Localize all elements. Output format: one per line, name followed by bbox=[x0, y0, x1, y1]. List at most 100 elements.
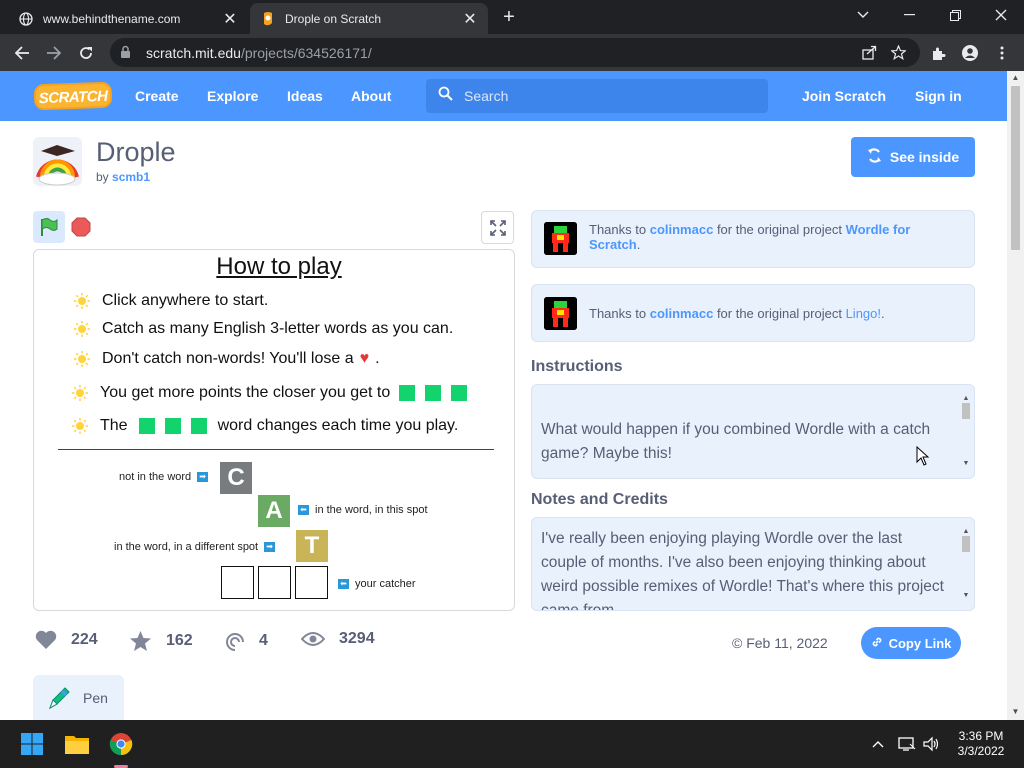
extensions-icon[interactable] bbox=[924, 39, 952, 67]
browser-menu-icon[interactable] bbox=[988, 39, 1016, 67]
scroll-up-arrow-icon[interactable]: ▲ bbox=[1011, 73, 1020, 82]
rule-5-text-b: word changes each time you play. bbox=[217, 417, 459, 434]
tab-title: Drople on Scratch bbox=[285, 11, 382, 26]
restore-button[interactable] bbox=[932, 0, 978, 30]
credit-project-link[interactable]: Lingo! bbox=[846, 306, 881, 321]
by-label: by bbox=[96, 170, 109, 184]
remix-icon bbox=[226, 633, 244, 651]
tab-behindthename[interactable]: www.behindthename.com ✕ bbox=[8, 3, 248, 34]
share-icon[interactable] bbox=[855, 38, 883, 67]
close-tab-icon[interactable]: ✕ bbox=[462, 9, 478, 29]
back-arrow-icon[interactable] bbox=[8, 39, 36, 67]
scroll-down-arrow-icon: ▼ bbox=[962, 592, 970, 599]
project-stage[interactable]: How to play Click anywhere to start. Cat… bbox=[33, 249, 515, 611]
new-tab-button[interactable]: + bbox=[498, 6, 520, 28]
scratch-favicon-icon bbox=[260, 11, 276, 27]
sign-in-link[interactable]: Sign in bbox=[915, 71, 962, 121]
user-avatar[interactable] bbox=[544, 296, 577, 330]
sun-icon bbox=[72, 418, 88, 434]
rule-4: You get more points the closer you get t… bbox=[72, 384, 472, 402]
nav-ideas[interactable]: Ideas bbox=[287, 71, 323, 121]
address-bar[interactable]: scratch.mit.edu/projects/634526171/ bbox=[110, 38, 920, 67]
rule-3-text: Don't catch non-words! You'll lose a bbox=[102, 350, 354, 367]
bookmark-star-icon[interactable] bbox=[884, 38, 912, 67]
tab-search-icon[interactable] bbox=[840, 0, 886, 30]
credit-card-2: Thanks to colinmacc for the original pro… bbox=[531, 284, 975, 342]
network-icon[interactable] bbox=[898, 720, 916, 768]
eye-icon bbox=[301, 632, 325, 646]
scroll-down-arrow-icon[interactable]: ▼ bbox=[1011, 707, 1020, 716]
pen-extension-chip[interactable]: Pen bbox=[33, 675, 124, 720]
user-avatar[interactable] bbox=[544, 222, 577, 255]
page-scrollbar[interactable]: ▲ ▼ bbox=[1007, 71, 1024, 720]
instructions-text[interactable]: What would happen if you combined Wordle… bbox=[531, 384, 975, 479]
project-thumbnail bbox=[33, 137, 82, 186]
nav-about[interactable]: About bbox=[351, 71, 391, 121]
rule-2-text: Catch as many English 3-letter words as … bbox=[102, 320, 454, 337]
instructions-scrollbar[interactable]: ▲ ▼ bbox=[960, 387, 972, 476]
close-tab-icon[interactable]: ✕ bbox=[222, 9, 238, 29]
green-squares bbox=[394, 384, 472, 402]
profile-icon[interactable] bbox=[956, 39, 984, 67]
see-inside-button[interactable]: See inside bbox=[851, 137, 975, 177]
forward-arrow-icon[interactable] bbox=[40, 39, 68, 67]
see-inside-label: See inside bbox=[889, 149, 960, 165]
see-inside-icon bbox=[867, 148, 882, 166]
sun-icon bbox=[74, 351, 90, 367]
remixes-stat[interactable]: 4 bbox=[225, 630, 268, 652]
reload-icon[interactable] bbox=[72, 39, 100, 67]
heart-icon: ♥ bbox=[359, 350, 370, 367]
sun-icon bbox=[74, 321, 90, 337]
stop-button[interactable] bbox=[70, 216, 92, 238]
tab-drople[interactable]: Drople on Scratch ✕ bbox=[250, 3, 488, 34]
link-icon bbox=[871, 636, 883, 651]
instructions-heading: Instructions bbox=[531, 358, 623, 375]
favorites-stat[interactable]: 162 bbox=[129, 630, 193, 652]
nav-create[interactable]: Create bbox=[135, 71, 179, 121]
shared-date: © Feb 11, 2022 bbox=[732, 635, 828, 651]
search-input[interactable] bbox=[464, 88, 744, 104]
taskbar-clock[interactable]: 3:36 PM 3/3/2022 bbox=[948, 729, 1014, 759]
legend-diff-spot: in the word, in a different spot ➡ bbox=[114, 541, 276, 553]
loves-stat[interactable]: 224 bbox=[35, 630, 98, 650]
project-title: Drople bbox=[96, 137, 176, 167]
catcher-box bbox=[258, 566, 291, 599]
fullscreen-icon bbox=[489, 219, 506, 236]
tray-chevron-icon[interactable] bbox=[872, 720, 884, 768]
volume-icon[interactable] bbox=[922, 720, 940, 768]
credit-user-link[interactable]: colinmacc bbox=[650, 222, 714, 237]
notes-text[interactable]: I've really been enjoying playing Wordle… bbox=[531, 517, 975, 611]
notes-scrollbar[interactable]: ▲ ▼ bbox=[960, 520, 972, 608]
close-window-button[interactable] bbox=[978, 0, 1024, 30]
credit-text-1: Thanks to colinmacc for the original pro… bbox=[589, 222, 911, 252]
file-explorer-icon[interactable] bbox=[61, 728, 93, 760]
chrome-icon[interactable] bbox=[105, 728, 137, 760]
globe-icon bbox=[18, 11, 34, 27]
minimize-button[interactable] bbox=[886, 0, 932, 30]
windows-start-icon[interactable] bbox=[16, 728, 48, 760]
search-icon bbox=[438, 86, 453, 106]
legend-catcher: ⬅ your catcher bbox=[338, 578, 416, 590]
sun-icon bbox=[74, 293, 90, 309]
scratch-logo[interactable]: SCRATCH bbox=[33, 81, 113, 111]
lock-icon bbox=[120, 45, 134, 61]
credit-card-1: Thanks to colinmacc for the original pro… bbox=[531, 210, 975, 268]
copy-link-button[interactable]: Copy Link bbox=[861, 627, 961, 659]
credit-user-link[interactable]: colinmacc bbox=[650, 306, 714, 321]
fullscreen-button[interactable] bbox=[481, 211, 514, 244]
scrollbar-thumb[interactable] bbox=[1011, 86, 1020, 250]
windows-taskbar: 3:36 PM 3/3/2022 bbox=[0, 720, 1024, 768]
clock-date: 3/3/2022 bbox=[957, 744, 1005, 758]
nav-explore[interactable]: Explore bbox=[207, 71, 258, 121]
how-to-play-heading: How to play bbox=[216, 253, 342, 280]
legend-in-spot: ⬅ in the word, in this spot bbox=[298, 504, 428, 516]
views-stat: 3294 bbox=[301, 630, 375, 648]
tab-title: www.behindthename.com bbox=[43, 11, 181, 26]
join-scratch-link[interactable]: Join Scratch bbox=[802, 71, 886, 121]
rule-1-text: Click anywhere to start. bbox=[102, 292, 269, 309]
green-flag-button[interactable] bbox=[33, 211, 65, 243]
author-link[interactable]: scmb1 bbox=[112, 170, 150, 184]
letter-c: C bbox=[220, 462, 252, 494]
project-author-line: by scmb1 bbox=[96, 170, 150, 184]
notes-heading: Notes and Credits bbox=[531, 491, 668, 508]
